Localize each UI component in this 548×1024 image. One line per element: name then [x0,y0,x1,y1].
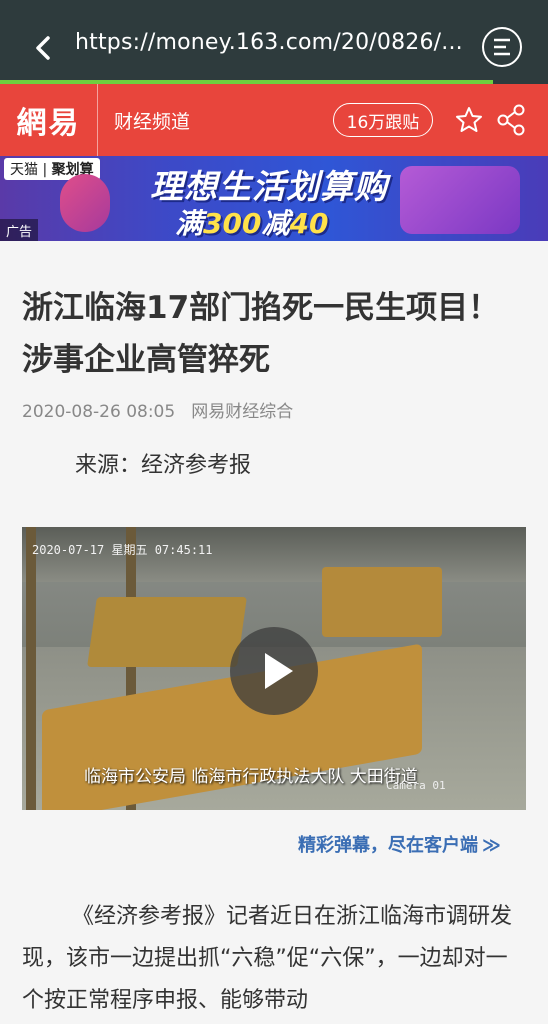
double-chevron-right-icon: ≫ [482,835,501,856]
browser-toolbar: https://money.163.com/20/0826/... [0,0,548,80]
danmu-label: 精彩弹幕，尽在客户端 [298,835,478,856]
article-title: 浙江临海17部门掐死一民生项目！涉事企业高管猝死 [22,290,500,378]
share-icon[interactable] [496,104,526,136]
ad-platform: 天猫 [10,162,38,178]
play-icon [265,653,293,689]
ad-banner[interactable]: 天猫 | 聚划算 理想生活划算购 满300减40 广告 [0,156,548,241]
ad-label: 广告 [0,219,39,241]
address-bar-url[interactable]: https://money.163.com/20/0826/... [75,30,475,55]
menu-icon[interactable] [482,27,522,67]
site-header: 網易 财经频道 16万跟贴 [0,84,548,156]
comments-follow-button[interactable]: 16万跟贴 [333,103,433,137]
back-arrow-icon[interactable] [30,28,60,68]
star-icon[interactable] [455,106,483,134]
video-scene-pillar [26,527,36,810]
ad-product-dryer-image [60,174,110,232]
ad-platform-separator: | [38,162,52,178]
ad-promo-mid: 减 [261,207,290,240]
article-date: 2020-08-26 08:05 [22,402,176,422]
article-body: 《经济参考报》记者近日在浙江临海市调研发现，该市一边提出抓“六稳”促“六保”，一… [22,904,513,1013]
open-in-app-link[interactable]: 精彩弹幕，尽在客户端 ≫ [298,831,501,857]
channel-title[interactable]: 财经频道 [114,107,190,134]
video-timestamp: 2020-07-17 星期五 07:45:11 [32,543,213,557]
video-caption: 临海市公安局 临海市行政执法大队 大田街道 [84,767,418,787]
article-meta: 2020-08-26 08:05 网易财经综合 [22,397,293,422]
ad-promo-num2: 40 [289,207,329,240]
video-player[interactable]: 2020-07-17 星期五 07:45:11 临海市公安局 临海市行政执法大队… [22,527,526,810]
ad-promo: 满300减40 [175,202,328,241]
article-source-line: 来源：经济参考报 [75,453,252,478]
netease-logo[interactable]: 網易 [0,84,98,156]
ad-headline: 理想生活划算购 [150,167,388,206]
article-source-name[interactable]: 网易财经综合 [191,402,293,422]
video-camera-label: Camera 01 [386,779,446,792]
ad-product-bag-image [400,166,520,234]
ad-promo-prefix: 满 [175,207,204,240]
play-button[interactable] [230,627,318,715]
video-scene-crane [87,597,247,667]
video-scene-crane [322,567,442,637]
ad-promo-num1: 300 [203,207,262,240]
